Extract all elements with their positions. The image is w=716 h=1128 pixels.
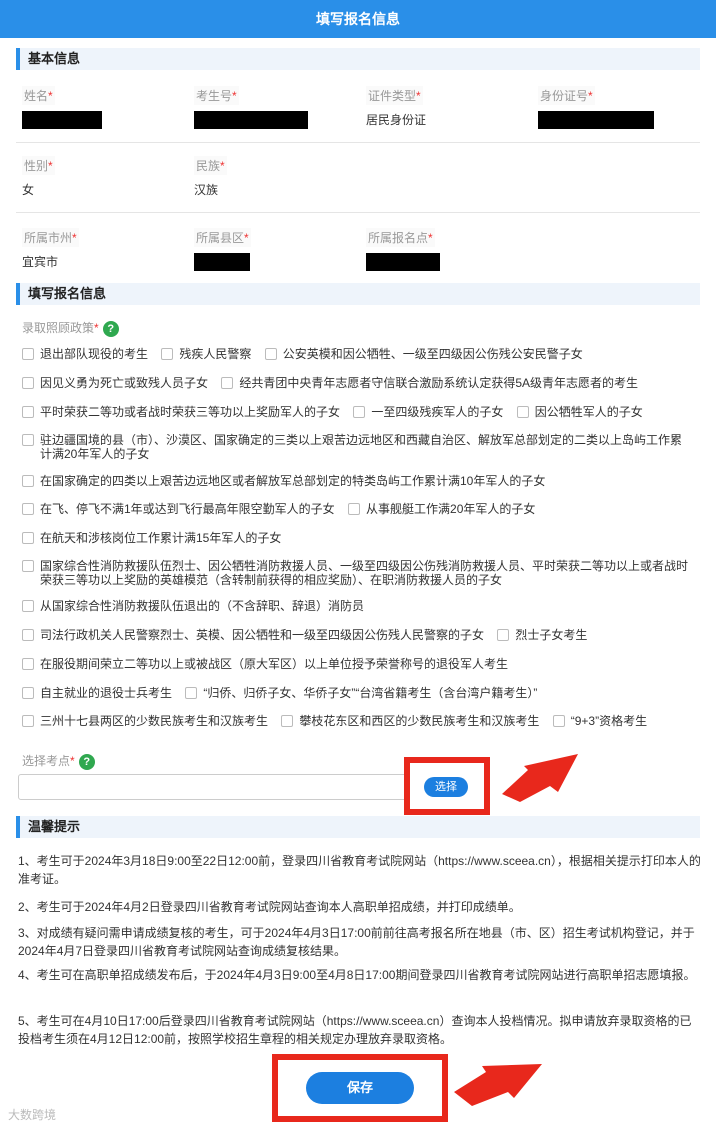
- policy-option[interactable]: 退出部队现役的考生: [22, 347, 148, 361]
- policy-option[interactable]: 经共青团中央青年志愿者守信联合激励系统认定获得5A级青年志愿者的考生: [221, 376, 638, 390]
- policy-option[interactable]: 国家综合性消防救援队伍烈士、因公牺牲消防救援人员、一级至四级因公伤残消防救援人员…: [22, 559, 692, 587]
- exam-no-value-redacted: [194, 111, 308, 129]
- policy-option[interactable]: 自主就业的退役士兵考生: [22, 686, 172, 700]
- policy-option[interactable]: 因公牺牲军人的子女: [516, 405, 643, 419]
- checkbox[interactable]: [22, 629, 34, 641]
- field-site: 所属报名点*: [366, 228, 526, 274]
- checkbox[interactable]: [221, 377, 234, 389]
- policy-option[interactable]: 一至四级残疾军人的子女: [353, 405, 503, 419]
- checkbox[interactable]: [22, 406, 34, 418]
- checkbox[interactable]: [22, 532, 34, 544]
- divider: [16, 142, 700, 143]
- checkbox[interactable]: [22, 600, 34, 612]
- site-value-redacted: [366, 253, 440, 271]
- field-county: 所属县区*: [194, 228, 354, 274]
- checkbox[interactable]: [281, 715, 294, 727]
- ethnicity-label: 民族*: [194, 156, 227, 175]
- help-icon[interactable]: ?: [78, 753, 95, 770]
- checkbox[interactable]: [497, 629, 510, 641]
- tip-item: 2、考生可于2024年4月2日登录四川省教育考试院网站查询本人高职单招成绩，并打…: [18, 900, 521, 914]
- checkbox[interactable]: [22, 715, 34, 727]
- checkbox[interactable]: [22, 475, 34, 487]
- id-type-value: 居民身份证: [366, 113, 427, 127]
- checkbox[interactable]: [552, 715, 565, 727]
- field-name: 姓名*: [22, 86, 182, 132]
- watermark: 大数跨境: [8, 1108, 57, 1122]
- checkbox[interactable]: [348, 503, 361, 515]
- gender-label: 性别*: [22, 156, 55, 175]
- county-label: 所属县区*: [194, 228, 251, 247]
- tip-item: 4、考生可在高职单招成绩发布后，于2024年4月3日9:00至4月8日17:00…: [18, 968, 696, 982]
- checkbox[interactable]: [22, 503, 34, 515]
- tip-item: 1、考生可于2024年3月18日9:00至22日12:00前，登录四川省教育考试…: [18, 854, 701, 886]
- exam-site-input[interactable]: [18, 774, 408, 800]
- policy-option[interactable]: “9+3”资格考生: [552, 714, 647, 728]
- policy-option[interactable]: 三州十七县两区的少数民族考生和汉族考生: [22, 714, 268, 728]
- checkbox[interactable]: [22, 434, 34, 446]
- policy-option[interactable]: 攀枝花东区和西区的少数民族考生和汉族考生: [281, 714, 539, 728]
- policy-option[interactable]: 平时荣获二等功或者战时荣获三等功以上奖励军人的子女: [22, 405, 340, 419]
- county-value-redacted: [194, 253, 250, 271]
- help-icon[interactable]: ?: [102, 320, 119, 337]
- policy-option[interactable]: “归侨、归侨子女、华侨子女”“台湾省籍考生（含台湾户籍考生）”: [185, 686, 537, 700]
- policy-option[interactable]: 在国家确定的四类以上艰苦边远地区或者解放军总部划定的特类岛屿工作累计满10年军人…: [22, 474, 545, 488]
- id-no-value-redacted: [538, 111, 654, 129]
- id-type-label: 证件类型*: [366, 86, 423, 105]
- policy-option[interactable]: 驻边疆国境的县（市）、沙漠区、国家确定的三类以上艰苦边远地区和西藏自治区、解放军…: [22, 433, 692, 461]
- arrow-icon: [502, 754, 578, 802]
- checkbox[interactable]: [22, 687, 34, 699]
- site-label: 所属报名点*: [366, 228, 435, 247]
- select-site-button[interactable]: 选择: [424, 777, 468, 797]
- checkbox[interactable]: [22, 377, 34, 389]
- policy-option[interactable]: 烈士子女考生: [497, 628, 587, 642]
- field-city: 所属市州* 宜宾市: [22, 228, 182, 270]
- field-ethnicity: 民族* 汉族: [194, 156, 354, 198]
- city-value: 宜宾市: [22, 255, 59, 269]
- city-label: 所属市州*: [22, 228, 79, 247]
- field-id-type: 证件类型* 居民身份证: [366, 86, 526, 128]
- page-header: 填写报名信息: [0, 0, 716, 38]
- section-tips: 温馨提示: [16, 816, 700, 838]
- checkbox[interactable]: [516, 406, 529, 418]
- arrow-icon: [454, 1064, 542, 1106]
- section-apply-info: 填写报名信息: [16, 283, 700, 305]
- section-basic-info: 基本信息: [16, 48, 700, 70]
- gender-value: 女: [22, 183, 35, 197]
- checkbox[interactable]: [264, 348, 277, 360]
- checkbox[interactable]: [22, 658, 34, 670]
- checkbox[interactable]: [22, 560, 34, 572]
- policy-option[interactable]: 从事舰艇工作满20年军人的子女: [348, 502, 535, 516]
- field-id-no: 身份证号*: [538, 86, 698, 132]
- save-button[interactable]: 保存: [306, 1072, 414, 1104]
- policy-option[interactable]: 在航天和涉核岗位工作累计满15年军人的子女: [22, 531, 281, 545]
- tip-item: 3、对成绩有疑问需申请成绩复核的考生，可于2024年4月3日17:00前前往高考…: [18, 926, 695, 958]
- policy-option[interactable]: 司法行政机关人民警察烈士、英模、因公牺牲和一级至四级因公伤残人民警察的子女: [22, 628, 484, 642]
- id-no-label: 身份证号*: [538, 86, 595, 105]
- policy-option[interactable]: 公安英模和因公牺牲、一级至四级因公伤残公安民警子女: [264, 347, 583, 361]
- checkbox[interactable]: [353, 406, 366, 418]
- policy-option[interactable]: 因见义勇为死亡或致残人员子女: [22, 376, 208, 390]
- exam-site-label: 选择考点*?: [22, 752, 95, 770]
- ethnicity-value: 汉族: [194, 183, 219, 197]
- policy-option[interactable]: 从国家综合性消防救援队伍退出的（不含辞职、辞退）消防员: [22, 599, 364, 613]
- name-label: 姓名*: [22, 86, 55, 105]
- checkbox[interactable]: [161, 348, 174, 360]
- policy-option[interactable]: 在服役期间荣立二等功以上或被战区（原大军区）以上单位授予荣誉称号的退役军人考生: [22, 657, 508, 671]
- policy-option[interactable]: 在飞、停飞不满1年或达到飞行最高年限空勤军人的子女: [22, 502, 335, 516]
- field-exam-no: 考生号*: [194, 86, 354, 132]
- policy-label: 录取照顾政策*?: [22, 319, 119, 337]
- checkbox[interactable]: [22, 348, 34, 360]
- divider: [16, 212, 700, 213]
- exam-no-label: 考生号*: [194, 86, 239, 105]
- policy-option[interactable]: 残疾人民警察: [161, 347, 251, 361]
- field-gender: 性别* 女: [22, 156, 182, 198]
- checkbox[interactable]: [185, 687, 198, 699]
- name-value-redacted: [22, 111, 102, 129]
- tip-item: 5、考生可在4月10日17:00后登录四川省教育考试院网站（https://ww…: [18, 1014, 692, 1046]
